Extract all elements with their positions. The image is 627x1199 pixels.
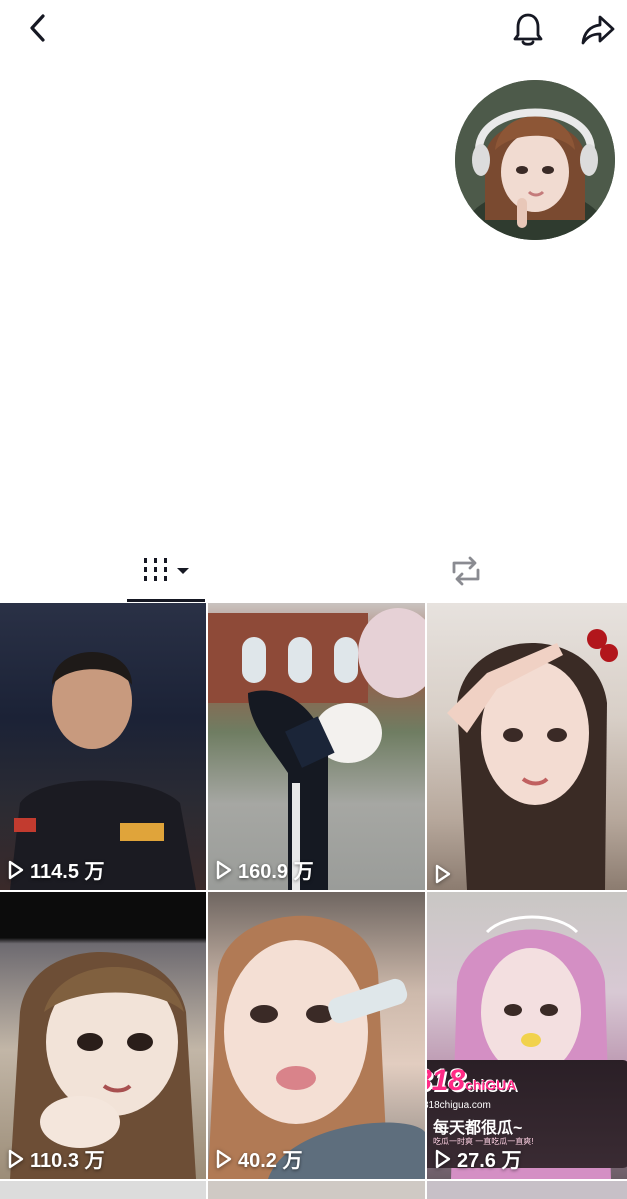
play-icon — [8, 860, 24, 879]
bell-icon — [513, 13, 543, 46]
view-count-label: 110.3 万 — [30, 1150, 105, 1172]
chevron-left-icon — [30, 14, 45, 42]
video-thumbnail-image — [10, 652, 196, 890]
video-thumbnail-image — [208, 915, 425, 1179]
video-thumbnail-1[interactable]: 114.5 万 — [0, 603, 206, 890]
video-thumbnail-4[interactable]: 110.3 万 — [0, 892, 206, 1179]
video-thumbnail-image — [208, 608, 425, 890]
video-thumbnail-3[interactable] — [427, 603, 627, 890]
view-count: 27.6 万 — [435, 1144, 521, 1173]
view-count: 40.2 万 — [216, 1144, 302, 1173]
video-thumbnail-5[interactable]: 40.2 万 — [208, 892, 425, 1179]
view-count: 114.5 万 — [8, 855, 105, 884]
tab-reposts[interactable] — [436, 540, 496, 602]
play-icon — [216, 1149, 232, 1168]
view-count: 160.9 万 — [216, 855, 314, 884]
video-thumbnail-7[interactable] — [0, 1181, 206, 1199]
view-count — [435, 864, 457, 884]
ad-url: 818chigua.com — [427, 1100, 491, 1111]
view-count-label: 40.2 万 — [238, 1150, 303, 1172]
content-tab-bar — [0, 540, 627, 602]
ad-logo-suffix: chiGUA — [465, 1077, 517, 1093]
back-button[interactable] — [18, 8, 58, 48]
ad-logo-number: 818 — [427, 1064, 466, 1097]
avatar-image — [455, 80, 615, 240]
video-thumbnail-image — [447, 629, 618, 890]
profile-avatar[interactable] — [455, 80, 615, 240]
profile-screen: 114.5 万 160.9 万 110.3 万 40.2 万 18chiGUA … — [0, 0, 627, 1199]
play-icon — [216, 860, 232, 879]
tab-selected-indicator — [127, 599, 205, 602]
video-grid: 114.5 万 160.9 万 110.3 万 40.2 万 18chiGUA … — [0, 603, 627, 1199]
repost-icon — [452, 556, 480, 586]
ad-slogan: 每天都很瓜~ — [433, 1120, 523, 1137]
ad-logo: 818chiGUA — [427, 1064, 516, 1098]
share-icon — [581, 15, 615, 45]
play-icon — [8, 1149, 24, 1168]
view-count-label: 27.6 万 — [457, 1150, 522, 1172]
view-count: 110.3 万 — [8, 1144, 105, 1173]
grid-icon — [144, 558, 189, 581]
notification-button[interactable] — [506, 8, 550, 52]
tab-posts[interactable] — [127, 540, 205, 602]
video-thumbnail-8[interactable] — [208, 1181, 425, 1199]
play-icon — [435, 1149, 451, 1168]
share-button[interactable] — [576, 8, 620, 52]
view-count-label: 160.9 万 — [238, 861, 314, 883]
video-thumbnail-2[interactable]: 160.9 万 — [208, 603, 425, 890]
play-icon — [435, 864, 451, 884]
video-thumbnail-image — [10, 952, 196, 1179]
video-thumbnail-6[interactable]: 818chiGUA 818chigua.com 每天都很瓜~ 吃瓜一时爽 一直吃… — [427, 892, 627, 1179]
video-thumbnail-9[interactable] — [427, 1181, 627, 1199]
view-count-label: 114.5 万 — [30, 861, 105, 883]
